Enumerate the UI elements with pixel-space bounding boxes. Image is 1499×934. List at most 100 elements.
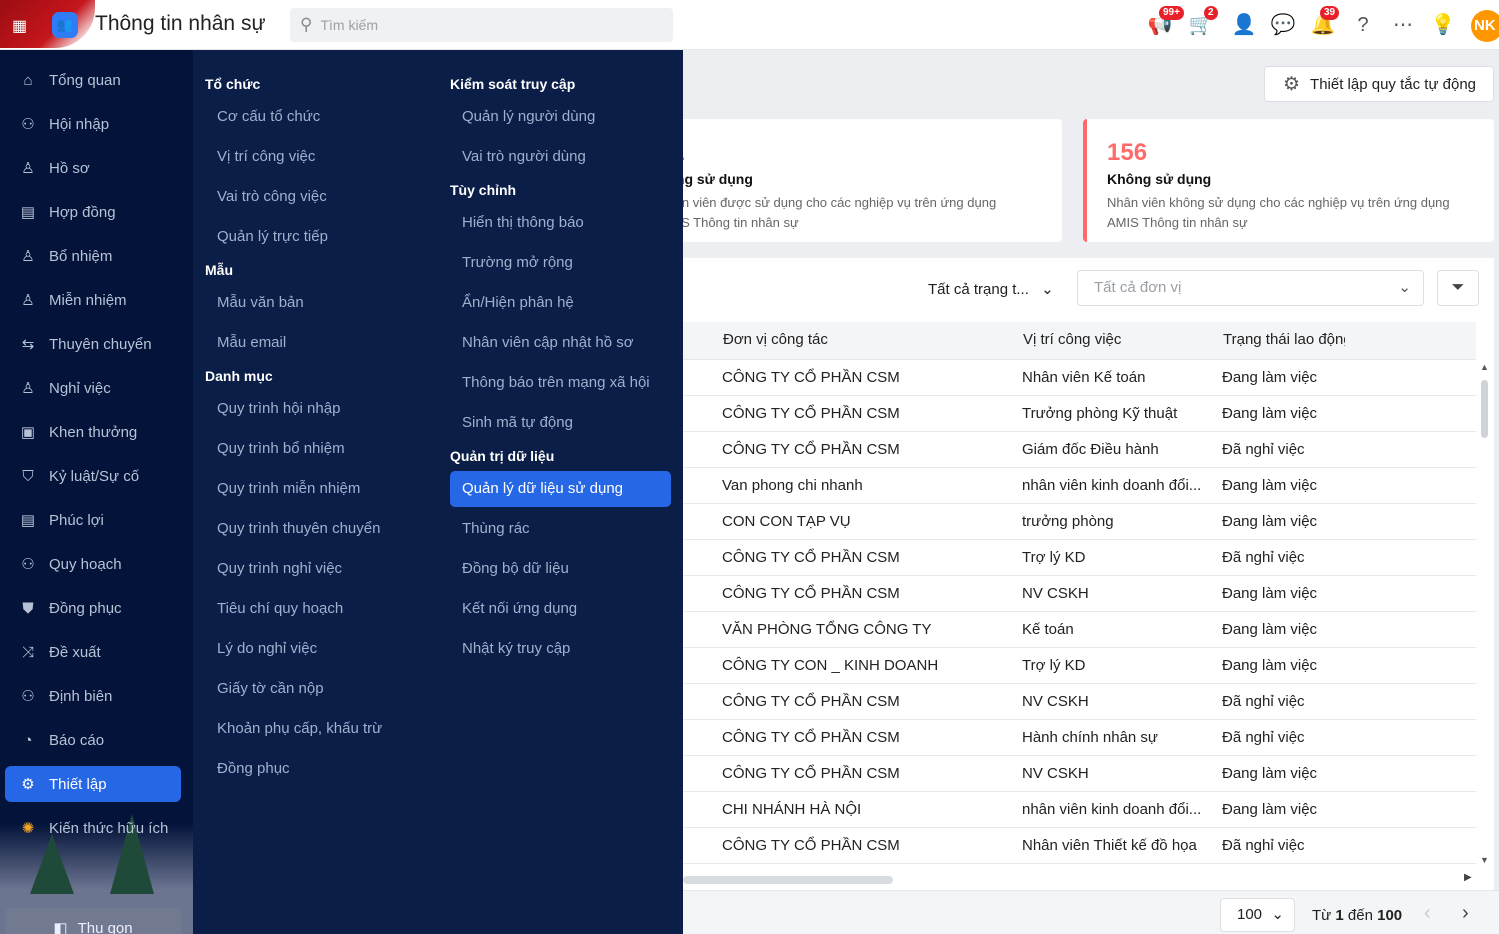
app-grid-icon[interactable]: ▦ <box>12 16 27 36</box>
table-row[interactable]: CÔNG TY CỔ PHẦN CSM Nhân viên Thiết kế đồ… <box>683 828 1476 864</box>
table-row[interactable]: CÔNG TY CỔ PHẦN CSM Trợ lý KD Đã nghỉ việc <box>683 540 1476 576</box>
sidebar-item[interactable]: ▤ Hợp đồng <box>5 194 181 230</box>
horizontal-scrollbar[interactable] <box>683 876 893 884</box>
table-row[interactable]: CHI NHÁNH HÀ NỘI nhân viên kinh doanh đổi… <box>683 792 1476 828</box>
sidebar-item[interactable]: ▤ Phúc lợi <box>5 502 181 538</box>
collapse-button[interactable]: ◧ Thu gọn <box>5 908 181 934</box>
column-header-status[interactable]: Trạng thái lao động <box>1223 322 1345 358</box>
table-cell: Đang làm việc <box>1222 765 1318 782</box>
table-row[interactable]: CON CON TẠP VỤ trưởng phòng Đang làm việc <box>683 504 1476 540</box>
table-row[interactable]: CÔNG TY CỔ PHẦN CSM NV CSKH Đã nghỉ việc <box>683 684 1476 720</box>
menu-item[interactable]: Quản lý dữ liệu sử dụng <box>450 471 671 507</box>
table-row[interactable]: CÔNG TY CON _ KINH DOANH Trợ lý KD Đang là… <box>683 648 1476 684</box>
chat-icon[interactable]: 💬 <box>1270 12 1296 38</box>
page-size-select[interactable]: 100 ⌄ <box>1220 898 1295 932</box>
menu-item[interactable]: Vai trò người dùng <box>450 139 671 175</box>
menu-item[interactable]: Kết nối ứng dụng <box>450 591 671 627</box>
sidebar-item[interactable]: ⚇ Định biên <box>5 678 181 714</box>
sidebar-item[interactable]: ⚇ Quy hoạch <box>5 546 181 582</box>
knowledge-icon[interactable]: 💡 <box>1430 12 1456 38</box>
column-header-position[interactable]: Vị trí công việc <box>1023 322 1121 358</box>
menu-item[interactable]: Nhật ký truy cập <box>450 631 671 667</box>
menu-item[interactable]: Quản lý trực tiếp <box>205 219 426 255</box>
more-icon[interactable]: ⋯ <box>1390 12 1416 38</box>
menu-item[interactable]: Sinh mã tự động <box>450 405 671 441</box>
filter-button[interactable]: ⏷ <box>1437 270 1479 306</box>
cart-icon[interactable]: 🛒 2 <box>1188 6 1218 38</box>
vertical-scrollbar[interactable]: ▲ ▼ <box>1480 362 1490 865</box>
bell-icon[interactable]: 🔔 39 <box>1310 6 1340 38</box>
menu-item[interactable]: Quy trình nghỉ việc <box>205 551 426 587</box>
table-row[interactable]: VĂN PHÒNG TỔNG CÔNG TY Kế toán Đang làm vi… <box>683 612 1476 648</box>
menu-item[interactable]: Thùng rác <box>450 511 671 547</box>
status-filter[interactable]: Tất cả trạng t... ⌄ <box>928 280 1054 298</box>
sidebar-item[interactable]: ⇆ Thuyên chuyển <box>5 326 181 362</box>
menu-item[interactable]: Quy trình thuyên chuyển <box>205 511 426 547</box>
sidebar-item-label: Hội nhập <box>49 115 110 133</box>
unit-filter-placeholder: Tất cả đơn vị <box>1094 279 1182 296</box>
auto-rule-button[interactable]: ⚙ Thiết lập quy tắc tự động <box>1264 66 1494 102</box>
table-cell: Hành chính nhân sự <box>1022 729 1158 746</box>
help-icon[interactable]: ? <box>1350 12 1376 38</box>
card-not-in-use[interactable]: 156 Không sử dụng Nhân viên không sử dụn… <box>1083 119 1494 242</box>
sidebar-item[interactable]: ⚇ Hội nhập <box>5 106 181 142</box>
table-cell: Trợ lý KD <box>1022 657 1086 674</box>
table-row[interactable]: CÔNG TY CỔ PHẦN CSM Hành chính nhân sự Đã … <box>683 720 1476 756</box>
table-row[interactable]: CÔNG TY CỔ PHẦN CSM Nhân viên Kế toán Đang… <box>683 360 1476 396</box>
menu-item[interactable]: Mẫu văn bản <box>205 285 426 321</box>
menu-item[interactable]: Quy trình miễn nhiệm <box>205 471 426 507</box>
sidebar-item[interactable]: ✺ Kiến thức hữu ích <box>5 810 181 846</box>
menu-section-heading: Danh mục <box>205 368 273 384</box>
sidebar-item[interactable]: ▣ Khen thưởng <box>5 414 181 450</box>
menu-item[interactable]: Quản lý người dùng <box>450 99 671 135</box>
scroll-right-arrow[interactable]: ▶ <box>1464 872 1472 883</box>
avatar[interactable]: NK <box>1471 10 1499 42</box>
menu-item[interactable]: Lý do nghỉ việc <box>205 631 426 667</box>
table-cell: Đang làm việc <box>1222 477 1318 494</box>
menu-item[interactable]: Ẩn/Hiện phân hệ <box>450 285 671 321</box>
table-cell: Đã nghỉ việc <box>1222 441 1305 458</box>
sidebar-item[interactable]: ⌂ Tổng quan <box>5 62 181 98</box>
sidebar-item[interactable]: ⛊ Đồng phục <box>5 590 181 626</box>
table-row[interactable]: CÔNG TY CỔ PHẦN CSM NV CSKH Đang làm việc <box>683 756 1476 792</box>
search-input[interactable]: ⚲ Tìm kiếm <box>290 8 673 42</box>
menu-item[interactable]: Mẫu email <box>205 325 426 361</box>
menu-item[interactable]: Tiêu chí quy hoạch <box>205 591 426 627</box>
prev-page-button[interactable]: ‹ <box>1424 902 1431 925</box>
table-cell: CÔNG TY CỔ PHẦN CSM <box>722 837 900 854</box>
menu-item[interactable]: Đồng bộ dữ liệu <box>450 551 671 587</box>
sidebar-item[interactable]: ♙ Bổ nhiệm <box>5 238 181 274</box>
menu-item[interactable]: Vai trò công việc <box>205 179 426 215</box>
table-row[interactable]: CÔNG TY CỔ PHẦN CSM Trưởng phòng Kỹ thuật… <box>683 396 1476 432</box>
table-cell: NV CSKH <box>1022 765 1089 782</box>
menu-item[interactable]: Hiển thị thông báo <box>450 205 671 241</box>
menu-item[interactable]: Cơ cấu tổ chức <box>205 99 426 135</box>
table-row[interactable]: CÔNG TY CỔ PHẦN CSM Giám đốc Điều hành Đã … <box>683 432 1476 468</box>
collapse-icon: ◧ <box>53 920 68 934</box>
menu-item[interactable]: Đồng phục <box>205 751 426 787</box>
unit-filter[interactable]: Tất cả đơn vị ⌄ <box>1077 270 1424 306</box>
next-page-button[interactable]: › <box>1462 902 1469 925</box>
menu-item[interactable]: Nhân viên cập nhật hồ sơ <box>450 325 671 361</box>
table-row[interactable]: Van phong chi nhanh nhân viên kinh doanh … <box>683 468 1476 504</box>
sidebar-item[interactable]: ♙ Nghỉ việc <box>5 370 181 406</box>
sidebar-item[interactable]: ♙ Miễn nhiệm <box>5 282 181 318</box>
sidebar-item[interactable]: ⤨ Đề xuất <box>5 634 181 670</box>
add-user-icon[interactable]: 👤 <box>1231 12 1257 38</box>
menu-item[interactable]: Trường mở rộng <box>450 245 671 281</box>
table-row[interactable]: CÔNG TY CỔ PHẦN CSM NV CSKH Đang làm việc <box>683 576 1476 612</box>
megaphone-icon[interactable]: 📢 99+ <box>1147 6 1184 38</box>
menu-item[interactable]: Quy trình bổ nhiệm <box>205 431 426 467</box>
sidebar-item[interactable]: ♙ Hồ sơ <box>5 150 181 186</box>
menu-item[interactable]: Thông báo trên mạng xã hội <box>450 365 671 401</box>
menu-item[interactable]: Giấy tờ cần nộp <box>205 671 426 707</box>
column-header-unit[interactable]: Đơn vị công tác <box>723 322 828 358</box>
sidebar-item[interactable]: ⚙ Thiết lập <box>5 766 181 802</box>
sidebar-item[interactable]: ◔ Báo cáo <box>5 722 181 758</box>
menu-item[interactable]: Quy trình hội nhập <box>205 391 426 427</box>
table-cell: Kế toán <box>1022 621 1074 638</box>
table-cell: Đã nghỉ việc <box>1222 549 1305 566</box>
menu-item[interactable]: Vị trí công việc <box>205 139 426 175</box>
sidebar-item[interactable]: ⛉ Kỷ luật/Sự cố <box>5 458 181 494</box>
menu-item[interactable]: Khoản phụ cấp, khấu trừ <box>205 711 426 747</box>
